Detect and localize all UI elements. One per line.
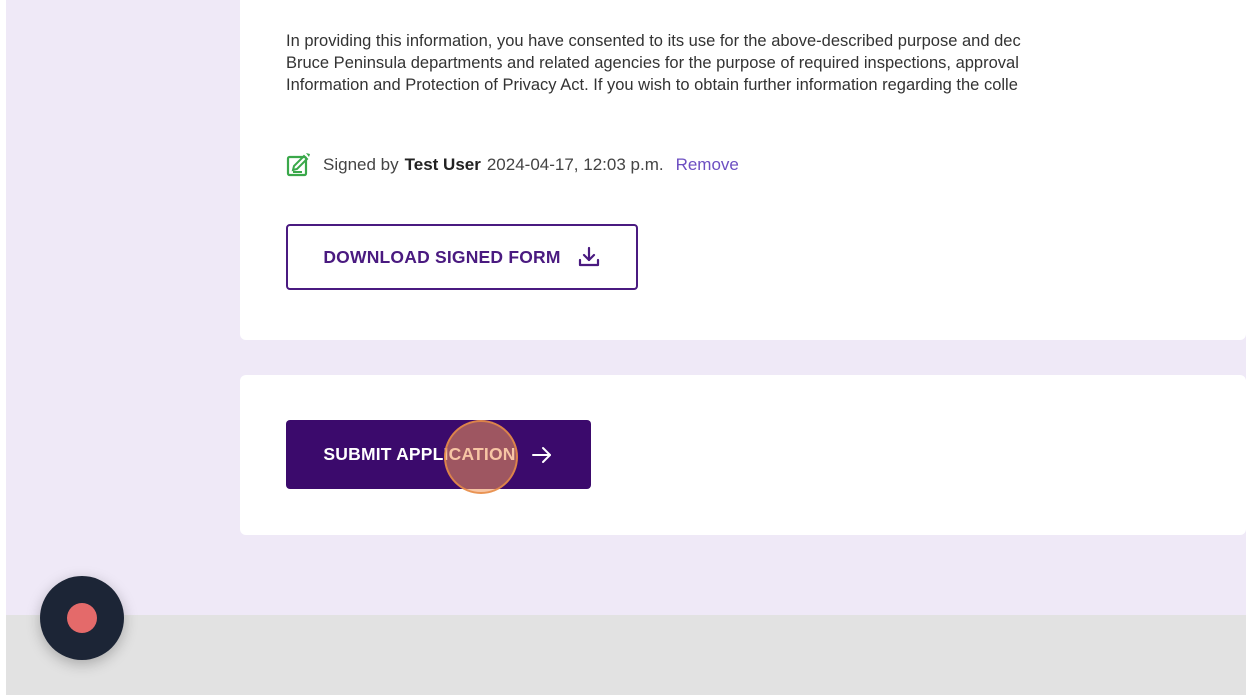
edit-document-icon [286, 152, 312, 178]
consent-text: In providing this information, you have … [286, 30, 1246, 96]
arrow-right-icon [530, 443, 554, 467]
download-signed-form-button[interactable]: DOWNLOAD SIGNED FORM [286, 224, 638, 290]
submit-card: SUBMIT APPLICATION [240, 375, 1246, 535]
signed-by-label: Signed by [323, 155, 399, 174]
consent-card: In providing this information, you have … [240, 0, 1246, 340]
record-button[interactable] [40, 576, 124, 660]
download-icon [577, 245, 601, 269]
consent-line: Bruce Peninsula departments and related … [286, 54, 1019, 72]
remove-signature-link[interactable]: Remove [676, 155, 739, 175]
footer-bar [6, 615, 1246, 695]
record-icon [67, 603, 97, 633]
right-edge [1246, 0, 1250, 695]
consent-line: In providing this information, you have … [286, 32, 1021, 50]
submit-application-button[interactable]: SUBMIT APPLICATION [286, 420, 591, 494]
signed-timestamp: 2024-04-17, 12:03 p.m. [486, 155, 664, 174]
submit-button-label: SUBMIT APPLICATION [323, 444, 516, 464]
signer-name: Test User [404, 155, 481, 174]
download-button-label: DOWNLOAD SIGNED FORM [323, 246, 561, 267]
consent-line: Information and Protection of Privacy Ac… [286, 76, 1018, 94]
signature-status: Signed by Test User 2024-04-17, 12:03 p.… [286, 152, 739, 178]
